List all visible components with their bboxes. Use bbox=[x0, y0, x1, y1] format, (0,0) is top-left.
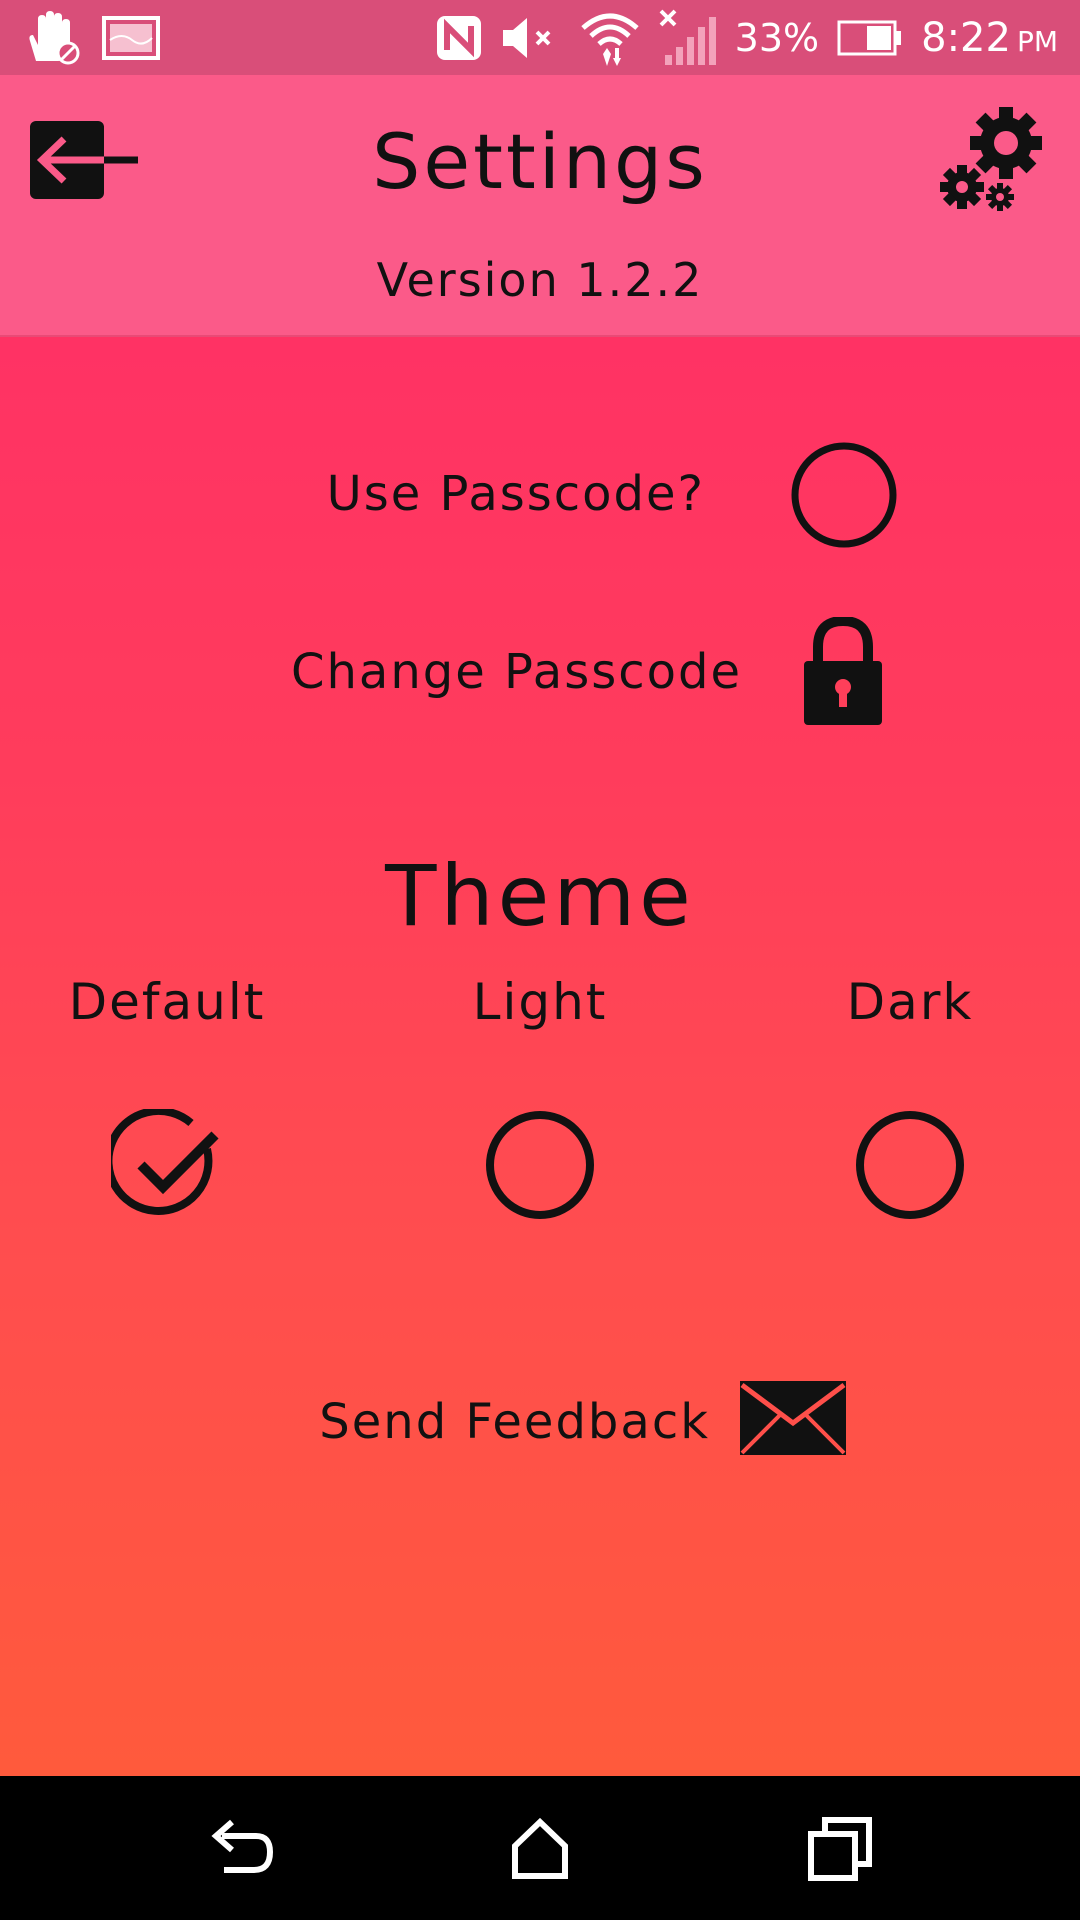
mail-icon bbox=[740, 1381, 846, 1455]
theme-title: Theme bbox=[385, 847, 695, 945]
gallery-icon bbox=[102, 16, 160, 60]
signal-off-icon bbox=[659, 9, 716, 65]
navigation-bar bbox=[0, 1776, 1080, 1920]
recent-apps-icon[interactable] bbox=[805, 1814, 875, 1884]
theme-option-light: Light bbox=[390, 977, 690, 1221]
back-nav-icon[interactable] bbox=[208, 1814, 278, 1884]
theme-light-radio[interactable] bbox=[484, 1109, 596, 1221]
lock-icon bbox=[804, 617, 882, 725]
nfc-icon bbox=[436, 16, 481, 60]
hand-blocked-icon bbox=[29, 11, 80, 65]
battery-percent: 33% bbox=[734, 16, 820, 60]
gears-icon[interactable] bbox=[938, 105, 1050, 217]
use-passcode-label: Use Passcode? bbox=[326, 466, 705, 522]
send-feedback-label: Send Feedback bbox=[319, 1394, 710, 1450]
status-bar-left bbox=[24, 10, 160, 66]
clock: 8:22 PM bbox=[921, 18, 1058, 58]
theme-label-light: Light bbox=[472, 973, 608, 1031]
clock-ampm: PM bbox=[1016, 25, 1058, 58]
send-feedback-button[interactable]: Send Feedback bbox=[0, 1367, 1080, 1477]
battery-icon bbox=[837, 20, 902, 56]
theme-option-default: Default bbox=[17, 977, 317, 1221]
change-passcode-label: Change Passcode bbox=[290, 644, 742, 700]
theme-dark-radio[interactable] bbox=[854, 1109, 966, 1221]
wifi-icon bbox=[580, 13, 639, 66]
theme-label-dark: Dark bbox=[846, 973, 974, 1031]
mute-icon bbox=[502, 18, 551, 58]
use-passcode-toggle[interactable] bbox=[790, 441, 898, 549]
theme-label-default: Default bbox=[68, 973, 266, 1031]
settings-content: Use Passcode? Change Passcode Theme Defa… bbox=[0, 337, 1080, 1776]
change-passcode-button[interactable]: Change Passcode bbox=[0, 617, 1080, 727]
status-bar: 33% 8:22 PM bbox=[0, 0, 1080, 75]
settings-header: Settings Version 1.2.2 bbox=[0, 75, 1080, 337]
theme-option-dark: Dark bbox=[760, 977, 1060, 1221]
home-nav-icon[interactable] bbox=[505, 1814, 575, 1884]
clock-time: 8:22 bbox=[921, 15, 1011, 61]
theme-default-checked-radio[interactable] bbox=[111, 1109, 223, 1221]
version-label: Version 1.2.2 bbox=[376, 253, 704, 307]
status-bar-right: 33% 8:22 PM bbox=[435, 9, 1058, 66]
page-title: Settings bbox=[372, 117, 708, 206]
